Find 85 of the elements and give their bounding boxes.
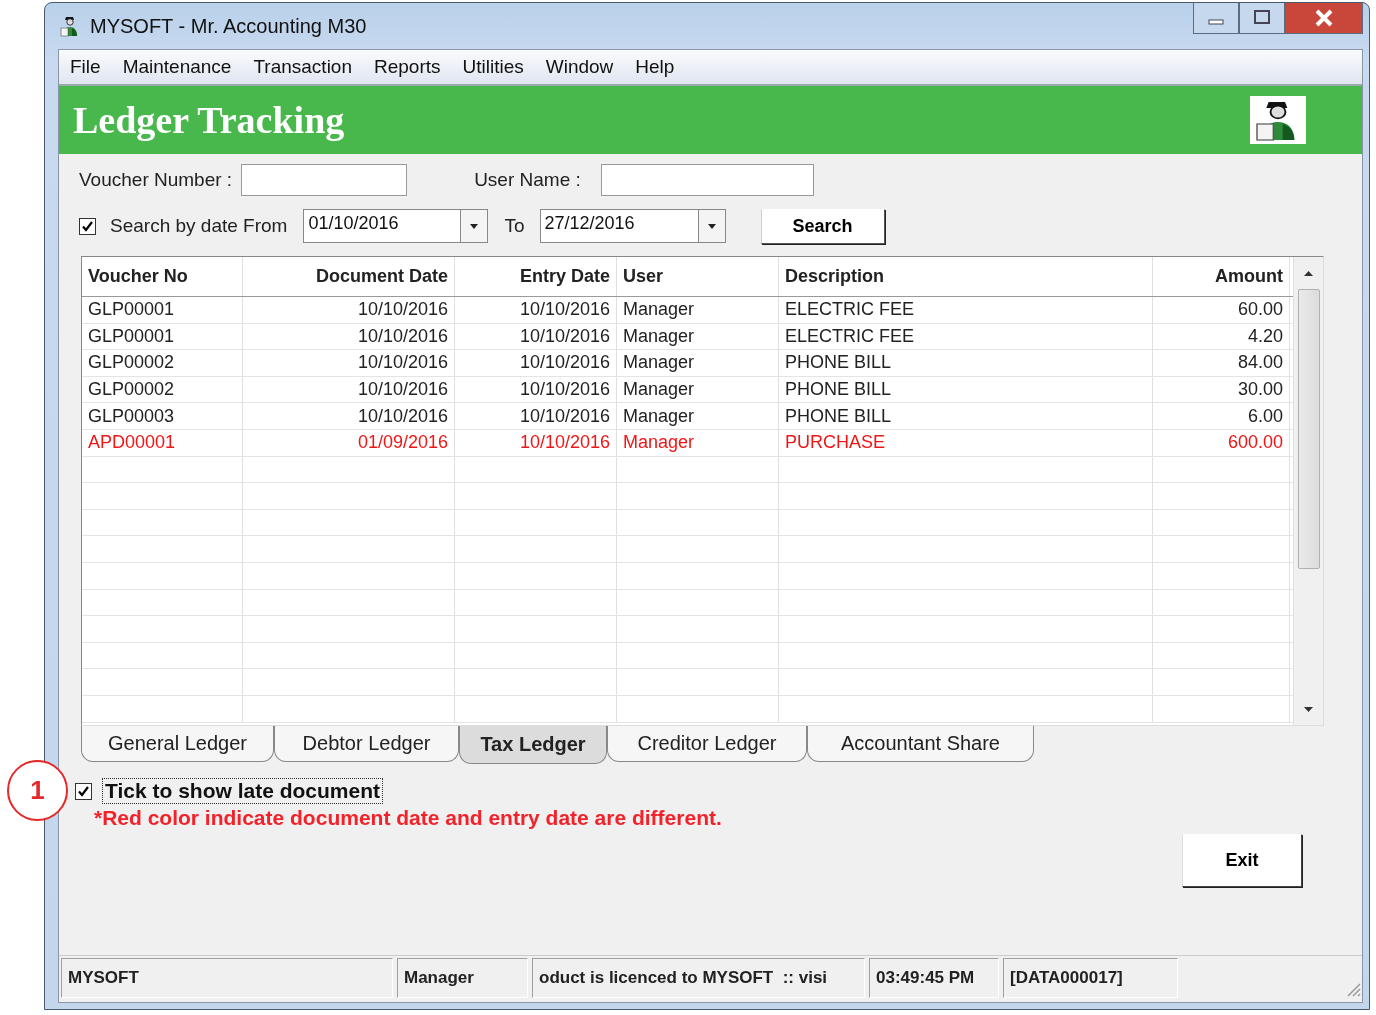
table-cell: APD00001: [82, 429, 243, 456]
checkbox-label: Tick to show late document: [102, 778, 383, 804]
menu-item[interactable]: Transaction: [242, 56, 363, 78]
menu-item[interactable]: File: [59, 56, 112, 78]
table-cell: 4.20: [1153, 323, 1290, 350]
table-cell: 84.00: [1153, 350, 1290, 376]
menu-item[interactable]: Reports: [363, 56, 452, 78]
table-cell: 10/10/2016: [243, 350, 455, 376]
table-cell: 10/10/2016: [455, 403, 617, 429]
table-cell: 10/10/2016: [455, 376, 617, 403]
table-cell: ELECTRIC FEE: [779, 297, 1153, 323]
scrollbar-thumb[interactable]: [1297, 289, 1320, 569]
checkbox[interactable]: [75, 782, 92, 800]
dropdown-icon[interactable]: [470, 223, 479, 229]
scrollbar[interactable]: [1293, 257, 1323, 725]
checkbox[interactable]: [79, 217, 96, 235]
column-header[interactable]: Amount: [1153, 257, 1290, 296]
status-panel: 03:49:45 PM: [869, 958, 999, 998]
table-cell: 10/10/2016: [455, 297, 617, 323]
status-panel: Manager: [397, 958, 528, 998]
table-cell: GLP00003: [82, 403, 243, 429]
column-header[interactable]: Document Date: [243, 257, 455, 296]
column-header[interactable]: Voucher No: [82, 257, 243, 296]
table-cell: 30.00: [1153, 376, 1290, 403]
table-cell: PHONE BILL: [779, 376, 1153, 403]
table-cell: Manager: [617, 350, 779, 376]
table-cell: 6.00: [1153, 403, 1290, 429]
table-cell: 10/10/2016: [243, 376, 455, 403]
table-cell: PHONE BILL: [779, 350, 1153, 376]
table-cell: 60.00: [1153, 297, 1290, 323]
status-panel: MYSOFT: [61, 958, 393, 998]
date-field[interactable]: 27/12/2016: [539, 209, 726, 243]
table-cell: ELECTRIC FEE: [779, 323, 1153, 350]
exit-button[interactable]: Exit: [1182, 834, 1302, 887]
table-cell: GLP00001: [82, 323, 243, 350]
close-button[interactable]: [1285, 3, 1363, 34]
table-cell: Manager: [617, 429, 779, 456]
table-cell: 10/10/2016: [243, 297, 455, 323]
table-cell: GLP00001: [82, 297, 243, 323]
table-cell: Manager: [617, 376, 779, 403]
note-text: *Red color indicate document date and entry date are different.: [94, 806, 723, 830]
date-field[interactable]: 01/10/2016: [303, 209, 489, 243]
minimize-button[interactable]: [1193, 3, 1239, 34]
table-cell: 10/10/2016: [243, 403, 455, 429]
dropdown-icon[interactable]: [707, 223, 716, 229]
checkbox-label: Search by date From: [110, 215, 288, 237]
window-title: MYSOFT - Mr. Accounting M30: [90, 14, 367, 38]
table-cell: 600.00: [1153, 429, 1290, 456]
tab[interactable]: Tax Ledger: [459, 726, 607, 764]
field-label: To: [504, 215, 525, 237]
scroll-up-icon[interactable]: [1304, 270, 1313, 276]
tab[interactable]: Accountant Share: [807, 726, 1034, 762]
menu-item[interactable]: Help: [624, 56, 686, 78]
menu-item[interactable]: Maintenance: [111, 56, 243, 78]
page-title: Ledger Tracking: [73, 98, 345, 142]
tab[interactable]: General Ledger: [81, 726, 274, 762]
menu-item[interactable]: Utilities: [451, 56, 535, 78]
field-label: Voucher Number :: [79, 169, 233, 191]
user-name-field[interactable]: [600, 164, 814, 196]
accountant-icon: [1250, 96, 1306, 144]
field-label: User Name :: [474, 169, 581, 191]
table-cell: 01/09/2016: [243, 429, 455, 456]
table-cell: 10/10/2016: [455, 323, 617, 350]
menu-item[interactable]: Window: [534, 56, 625, 78]
column-header[interactable]: User: [617, 257, 779, 296]
column-header[interactable]: Entry Date: [455, 257, 617, 296]
table-cell: PURCHASE: [779, 429, 1153, 456]
status-panel: [DATA000017]: [1003, 958, 1178, 998]
maximize-button[interactable]: [1239, 3, 1285, 34]
status-panel: oduct is licenced to MYSOFT :: visi: [532, 958, 865, 998]
tab[interactable]: Creditor Ledger: [607, 726, 807, 762]
table-cell: Manager: [617, 297, 779, 323]
column-header[interactable]: Description: [779, 257, 1153, 296]
table-cell: PHONE BILL: [779, 403, 1153, 429]
tab[interactable]: Debtor Ledger: [274, 726, 459, 762]
table-cell: 10/10/2016: [455, 429, 617, 456]
table-cell: 10/10/2016: [243, 323, 455, 350]
search-button[interactable]: Search: [760, 208, 885, 244]
table-cell: GLP00002: [82, 376, 243, 403]
voucher-number-field[interactable]: [241, 164, 408, 196]
table-cell: Manager: [617, 403, 779, 429]
table-cell: Manager: [617, 323, 779, 350]
table-cell: GLP00002: [82, 350, 243, 376]
scroll-down-icon[interactable]: [1304, 706, 1313, 712]
table-cell: 10/10/2016: [455, 350, 617, 376]
